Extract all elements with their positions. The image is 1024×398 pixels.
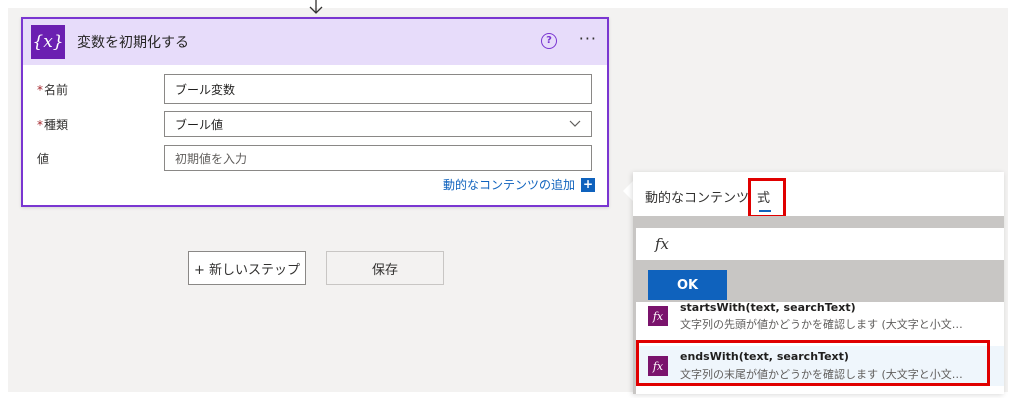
function-item-endswith[interactable]: fx endsWith(text, searchText) 文字列の末尾が値かど…	[636, 340, 1004, 386]
function-list[interactable]: fx startsWith(text, searchText) 文字列の先頭が値…	[636, 301, 1004, 394]
type-dropdown-value: ブール値	[175, 117, 224, 132]
variable-icon: {x}	[31, 25, 65, 59]
initialize-variable-card: {x} 変数を初期化する ? ··· *名前 ブール変数 *種類 ブール値 値 …	[21, 17, 609, 207]
expression-panel: 動的なコンテンツ 式 fx OK fx startsWith(text, sea…	[633, 172, 1004, 394]
ok-button[interactable]: OK	[648, 270, 727, 300]
function-description: 文字列の先頭が値かどうかを確認します (大文字と小文…	[680, 318, 963, 331]
type-label: *種類	[37, 116, 164, 133]
tab-highlight-box	[748, 178, 786, 218]
required-mark: *	[37, 117, 43, 132]
add-dynamic-content-link[interactable]: 動的なコンテンツの追加 +	[443, 176, 595, 193]
card-header[interactable]: {x} 変数を初期化する ? ···	[23, 19, 607, 65]
function-signature: startsWith(text, searchText)	[680, 301, 856, 314]
chevron-down-icon	[569, 120, 581, 127]
expression-input[interactable]: fx	[636, 228, 1004, 260]
type-label-text: 種類	[44, 117, 69, 132]
value-input[interactable]: 初期値を入力	[164, 145, 592, 171]
name-label: *名前	[37, 81, 164, 98]
name-field-row: *名前 ブール変数	[37, 74, 592, 104]
value-label: 値	[37, 151, 50, 166]
tab-dynamic-content[interactable]: 動的なコンテンツ	[645, 187, 749, 206]
type-field-row: *種類 ブール値	[37, 111, 592, 137]
value-field-row: 値 初期値を入力	[37, 145, 592, 171]
function-item-startswith[interactable]: fx startsWith(text, searchText) 文字列の先頭が値…	[636, 301, 1004, 342]
name-label-text: 名前	[44, 82, 69, 97]
function-icon: fx	[648, 306, 668, 326]
add-dynamic-content-label: 動的なコンテンツの追加	[442, 178, 575, 192]
type-dropdown[interactable]: ブール値	[164, 111, 592, 137]
help-icon[interactable]: ?	[541, 33, 557, 49]
new-step-button[interactable]: + 新しいステップ	[188, 251, 306, 285]
fx-icon: fx	[655, 235, 670, 253]
add-plus-icon: +	[581, 176, 595, 192]
save-button[interactable]: 保存	[326, 251, 444, 285]
name-input[interactable]: ブール変数	[164, 74, 592, 104]
expression-body: fx OK fx startsWith(text, searchText) 文字…	[633, 216, 1004, 394]
required-mark: *	[37, 82, 43, 97]
card-title: 変数を初期化する	[77, 35, 189, 51]
more-options-icon[interactable]: ···	[579, 29, 597, 48]
function-highlight-box	[636, 340, 990, 386]
connector-arrow-icon	[309, 0, 323, 14]
